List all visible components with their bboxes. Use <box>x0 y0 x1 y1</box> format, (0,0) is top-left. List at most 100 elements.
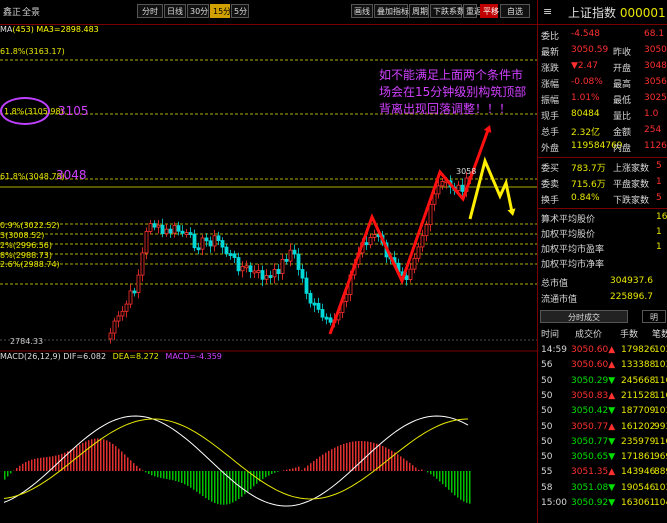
macd-bar <box>433 471 435 477</box>
level-label-8: 2.6%(2988.74) <box>0 260 60 269</box>
cycle-button[interactable]: 周期 <box>409 4 429 18</box>
tick-count: 1035 <box>654 482 667 493</box>
menu-icon[interactable]: ≡ <box>543 5 552 18</box>
period-15min-button[interactable]: 15分 <box>210 4 231 18</box>
quote-label: 现手 <box>541 112 560 122</box>
candle-body <box>428 203 433 226</box>
tab-detail[interactable]: 明 <box>642 310 666 323</box>
macd-bar <box>397 454 399 471</box>
candle-body <box>112 320 117 334</box>
candle-body <box>300 269 305 279</box>
tab-time-trades[interactable]: 分时成交 <box>540 310 628 323</box>
quote-row: 总手 2.32亿 金额 254 <box>538 125 667 138</box>
candle-body <box>224 246 229 254</box>
macd-bar <box>148 471 150 474</box>
macd-bar <box>64 452 66 471</box>
candle-body <box>108 332 113 340</box>
tick-time: 50 <box>541 375 553 386</box>
macd-bar <box>322 454 324 471</box>
candle-body <box>328 317 333 323</box>
decline-factor-button[interactable]: 下跌系数 <box>430 4 465 18</box>
candle-body <box>232 253 237 258</box>
macd-bar <box>115 446 117 471</box>
candle-body <box>200 237 205 250</box>
tick-row: 58 3051.08▼ 1905461035 <box>538 483 667 496</box>
period-5min-button[interactable]: 5分 <box>231 4 249 18</box>
macd-bar <box>76 446 78 471</box>
candle-body <box>136 274 141 293</box>
divider <box>538 157 667 158</box>
macd-bar <box>445 471 447 487</box>
macd-bar <box>28 460 30 471</box>
pan-button[interactable]: 平移 <box>480 4 499 18</box>
macd-bar <box>202 471 204 497</box>
order-value: 783.7万 <box>571 164 606 174</box>
tick-row: 56 3050.60▲ 1333881036 <box>538 360 667 373</box>
macd-bar <box>31 459 33 471</box>
order-value-2: 1 <box>656 177 662 187</box>
macd-bar <box>289 469 291 471</box>
macd-bar <box>427 471 429 473</box>
draw-line-button[interactable]: 画线 <box>351 4 373 18</box>
order-row: 换手 0.84% 下跌家数 5 <box>538 193 667 206</box>
macd-bar <box>4 471 6 480</box>
quote-row: 现手 80484 量比 1.0 <box>538 109 667 122</box>
macd-bar <box>340 444 342 471</box>
level-label-6: 2%(2996.56) <box>0 241 53 250</box>
quote-label-2: 内盘 <box>613 144 632 154</box>
tick-header-price: 成交价 <box>575 330 603 340</box>
toolbar-label-2[interactable]: 全景 <box>22 5 40 18</box>
macd-bar <box>421 469 423 471</box>
stock-title: 上证指数 000001 <box>568 4 666 21</box>
candle-body <box>180 230 185 234</box>
macd-bar <box>220 471 222 505</box>
order-value-2: 5 <box>656 193 662 203</box>
macd-bar <box>409 462 411 471</box>
reset-button[interactable]: 重返 <box>463 4 482 18</box>
tick-row: 15:00 3050.92▼ 1630611048 <box>538 498 667 511</box>
macd-bar <box>40 457 42 471</box>
quote-row: 涨跌 ▼2.47 开盘 3048 <box>538 61 667 74</box>
quote-value: -4.548 <box>571 29 601 39</box>
candle-body <box>192 233 197 249</box>
macd-bar <box>358 441 360 471</box>
stat-label: 加权平均市盈率 <box>541 245 605 255</box>
quote-label: 外盘 <box>541 144 560 154</box>
tick-count: 1036 <box>654 406 667 417</box>
quote-value: 3050.59 <box>571 45 609 55</box>
macd-bar <box>121 451 123 471</box>
macd-bar <box>142 470 144 471</box>
watchlist-button[interactable]: 自选 <box>500 4 530 18</box>
candlesticks <box>108 171 473 344</box>
macd-bar <box>193 471 195 490</box>
quote-value-2: 3056 <box>644 77 667 87</box>
macd-bar <box>175 471 177 481</box>
macd-bar <box>199 471 201 494</box>
candle-body <box>148 223 153 232</box>
overlay-indicator-button[interactable]: 叠加指标 <box>374 4 409 18</box>
yellow-arrow-head <box>507 208 516 216</box>
quote-value: 80484 <box>571 109 600 119</box>
tick-qty: 179826 <box>621 345 656 355</box>
tick-time: 14:59 <box>541 345 567 355</box>
stat-row: 加权平均股价 1 <box>538 227 667 240</box>
order-label: 换手 <box>541 196 560 206</box>
period-minute-button[interactable]: 分时 <box>137 4 163 18</box>
candle-body <box>280 258 285 275</box>
period-30min-button[interactable]: 30分 <box>187 4 209 18</box>
tick-price: 3050.42▼ <box>571 406 616 417</box>
tick-header-time: 时间 <box>541 330 560 340</box>
macd-label[interactable]: MACD <box>0 352 24 361</box>
candle-body <box>412 257 417 270</box>
macd-bar <box>406 460 408 471</box>
period-daily-button[interactable]: 日线 <box>164 4 186 18</box>
macd-bar <box>241 471 243 497</box>
tick-row: 55 3051.35▲ 143946889 <box>538 467 667 480</box>
macd-bar <box>25 462 27 471</box>
macd-bar <box>151 471 153 476</box>
cap-label: 流通市值 <box>541 295 578 305</box>
quote-row: 涨幅 -0.08% 最高 3056 <box>538 77 667 90</box>
level-3048-label: 3048 <box>56 168 87 182</box>
macd-bar <box>235 471 237 501</box>
stat-value: 1 <box>656 227 662 237</box>
